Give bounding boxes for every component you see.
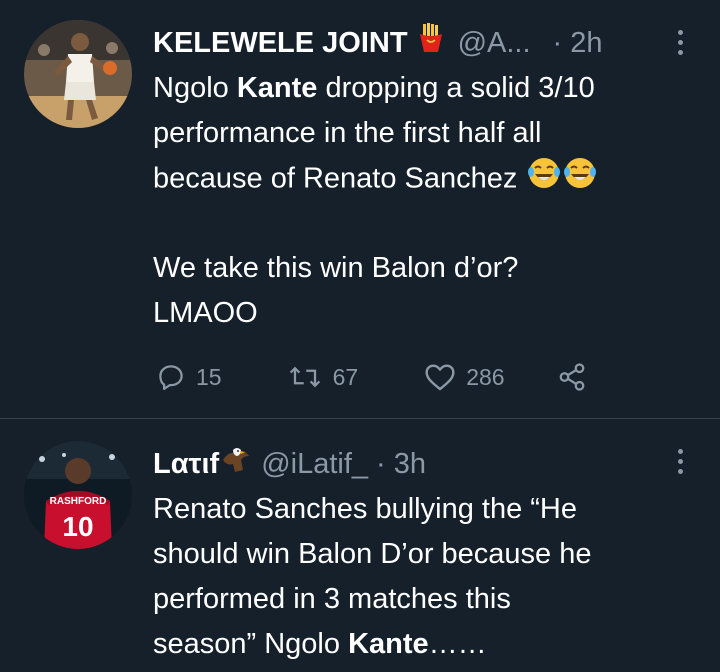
eagle-emoji — [221, 444, 251, 483]
share-icon — [559, 363, 584, 391]
avatar[interactable] — [24, 20, 132, 128]
tweet-header: KELEWELE JOINT @A... · 2h — [153, 23, 603, 62]
tweet-actions: 15 67 286 — [156, 362, 587, 392]
author-name[interactable]: Lατιf — [153, 446, 219, 482]
avatar[interactable]: RASHFORD 10 — [24, 441, 132, 549]
more-options-icon[interactable] — [678, 449, 684, 474]
tweet-line: Ngolo Kante dropping a solid 3/10 — [153, 72, 595, 104]
retweet-count: 67 — [332, 363, 359, 390]
tweet-line: Renato Sanches bullying the “He — [153, 493, 577, 525]
share-button[interactable] — [557, 362, 587, 392]
laughing-tears-emoji — [527, 156, 561, 204]
tweet-line: performance in the first half all — [153, 117, 542, 149]
footballer-avatar-image: RASHFORD 10 — [24, 441, 132, 549]
retweet-button[interactable]: 67 — [287, 362, 359, 392]
tweet-text: Ngolo Kante dropping a solid 3/10 perfor… — [153, 66, 597, 336]
tweet-line: season” Ngolo Kante…… — [153, 628, 487, 660]
tweet-line: LMAOO — [153, 297, 258, 329]
retweet-icon — [289, 366, 320, 388]
reply-count: 15 — [196, 363, 222, 390]
author-handle[interactable]: @iLatif_ — [261, 446, 368, 482]
tweet-line: because of Renato Sanchez — [153, 156, 597, 201]
more-options-icon[interactable] — [678, 30, 684, 55]
like-count: 286 — [466, 363, 505, 390]
reply-button[interactable]: 15 — [156, 362, 222, 392]
tweet-line: should win Balon D’or because he — [153, 538, 592, 570]
tweet-divider — [0, 418, 720, 419]
tweet-line: performed in 3 matches this — [153, 583, 511, 615]
author-name[interactable]: KELEWELE JOINT — [153, 25, 408, 61]
timestamp[interactable]: · 2h — [553, 25, 603, 61]
laughing-tears-emoji — [563, 156, 597, 204]
timestamp[interactable]: · 3h — [376, 446, 426, 482]
jersey-name: RASHFORD — [50, 496, 107, 507]
jersey-number: 10 — [62, 511, 93, 542]
basketball-player-avatar-image — [24, 20, 132, 128]
author-handle[interactable]: @A... — [458, 25, 531, 61]
tweet-line: We take this win Balon d’or? — [153, 252, 519, 284]
tweet-header: Lατιf @iLatif_ · 3h — [153, 444, 426, 483]
heart-icon — [425, 364, 455, 391]
fries-emoji — [418, 23, 444, 62]
tweet-text: Renato Sanches bullying the “He should w… — [153, 487, 592, 667]
reply-icon — [159, 365, 183, 390]
like-button[interactable]: 286 — [424, 362, 505, 392]
